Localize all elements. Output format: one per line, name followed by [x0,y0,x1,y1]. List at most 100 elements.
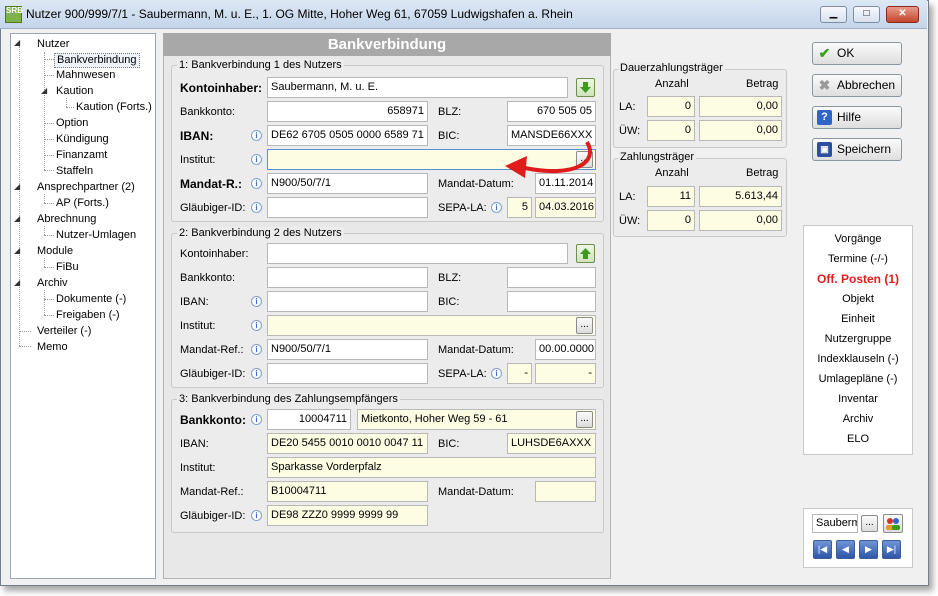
link-inventar[interactable]: Inventar [803,393,913,405]
bank2-bankkonto-field[interactable] [267,267,428,288]
tree-item-nutzer[interactable]: Nutzer [37,38,69,51]
move-up-icon[interactable] [576,244,595,263]
bank2-blz-field[interactable] [507,267,596,288]
info-icon[interactable]: i [251,154,262,165]
next-record-button[interactable]: ▶ [859,540,878,559]
minimize-button[interactable]: ▁ [820,6,847,23]
bank1-mandat-field[interactable]: N900/50/7/1 [267,173,428,194]
tree-item-mahnwesen[interactable]: Mahnwesen [56,69,115,82]
tree-item-bankverbindung[interactable]: Bankverbindung [54,53,140,68]
link-vorgaenge[interactable]: Vorgänge [803,233,913,245]
bank1-iban-field[interactable]: DE62 6705 0505 0000 6589 71 [267,125,428,146]
mandat-datum-label: Mandat-Datum: [438,486,514,498]
bank2-kontoinhaber-field[interactable] [267,243,568,264]
tree-item-staffeln[interactable]: Staffeln [56,165,93,178]
bank3-iban-field[interactable]: DE20 5455 0010 0010 0047 11 [267,433,428,454]
bank3-institut-field[interactable]: Sparkasse Vorderpfalz [267,457,596,478]
floppy-disk-icon: ▣ [817,142,832,157]
bank2-iban-field[interactable] [267,291,428,312]
info-icon[interactable]: i [251,296,262,307]
record-search-button[interactable]: ... [861,515,878,532]
tree-item-abrechnung[interactable]: Abrechnung [37,213,96,226]
bank3-mandat-field[interactable]: B10004711 [267,481,428,502]
bank3-mandat-datum-field[interactable] [535,481,596,502]
cancel-icon: ✖ [818,77,831,93]
maximize-button[interactable]: □ [853,6,880,23]
tree-item-dokumente[interactable]: Dokumente (-) [56,293,126,306]
bank2-sepa-date-field[interactable]: - [535,363,596,384]
expand-icon[interactable]: ◢ [14,246,20,255]
bank3-bic-field[interactable]: LUHSDE6AXXX [507,433,596,454]
bank3-konto-browse-button[interactable]: ... [576,411,593,428]
last-record-button[interactable]: ▶| [882,540,901,559]
expand-icon[interactable]: ◢ [14,214,20,223]
link-elo[interactable]: ELO [803,433,913,445]
bank1-sepa-date-field[interactable]: 04.03.2016 [535,197,596,218]
cancel-button[interactable]: ✖ Abbrechen [812,74,902,97]
tree-item-freigaben[interactable]: Freigaben (-) [56,309,120,322]
tree-item-option[interactable]: Option [56,117,88,130]
tree-item-finanzamt[interactable]: Finanzamt [56,149,107,162]
bank2-glaeubiger-field[interactable] [267,363,428,384]
help-button[interactable]: ? Hilfe [812,106,902,129]
info-icon[interactable]: i [491,368,502,379]
first-record-button[interactable]: |◀ [813,540,832,559]
tree-item-memo[interactable]: Memo [37,341,68,354]
bank1-kontoinhaber-field[interactable]: Saubermann, M. u. E. [267,77,568,98]
bank1-bankkonto-field[interactable]: 658971 [267,101,428,122]
bank3-bankkonto-field[interactable]: 10004711 [267,409,351,430]
link-nutzergruppe[interactable]: Nutzergruppe [803,333,913,345]
info-icon[interactable]: i [251,344,262,355]
save-button[interactable]: ▣ Speichern [812,138,902,161]
move-down-icon[interactable] [576,78,595,97]
link-umlageplaene[interactable]: Umlagepläne (-) [803,373,913,385]
bank2-mandat-field[interactable]: N900/50/7/1 [267,339,428,360]
link-objekt[interactable]: Objekt [803,293,913,305]
bank2-institut-field[interactable] [267,315,596,336]
info-icon[interactable]: i [491,202,502,213]
bank2-mandat-datum-field[interactable]: 00.00.0000 [535,339,596,360]
expand-icon[interactable]: ◢ [41,86,47,95]
info-icon[interactable]: i [251,130,262,141]
info-icon[interactable]: i [251,414,262,425]
ok-button[interactable]: ✔ OK [812,42,902,65]
info-icon[interactable]: i [251,510,262,521]
tree-item-verteiler[interactable]: Verteiler (-) [37,325,91,338]
tree-item-kuendigung[interactable]: Kündigung [56,133,109,146]
info-icon[interactable]: i [251,202,262,213]
close-button[interactable]: ✕ [886,6,919,23]
info-icon[interactable]: i [251,320,262,331]
link-indexklauseln[interactable]: Indexklauseln (-) [803,353,913,365]
tree-item-kaution[interactable]: Kaution [56,85,93,98]
bank1-glaeubiger-field[interactable] [267,197,428,218]
link-termine[interactable]: Termine (-/-) [803,253,913,265]
institut-label: Institut: [180,154,216,166]
people-icon[interactable] [883,514,903,533]
tree-item-module[interactable]: Module [37,245,73,258]
link-off-posten[interactable]: Off. Posten (1) [803,272,913,286]
link-einheit[interactable]: Einheit [803,313,913,325]
tree-item-kaution-forts[interactable]: Kaution (Forts.) [76,101,152,114]
tree-item-nutzer-umlagen[interactable]: Nutzer-Umlagen [56,229,136,242]
bank2-institut-browse-button[interactable]: ... [576,317,593,334]
bank2-sepa-count-field[interactable]: - [507,363,532,384]
bank1-group-title: 1: Bankverbindung 1 des Nutzers [177,59,344,71]
expand-icon[interactable]: ◢ [14,182,20,191]
bank1-blz-field[interactable]: 670 505 05 [507,101,596,122]
prev-record-button[interactable]: ◀ [836,540,855,559]
expand-icon[interactable]: ◢ [14,38,20,47]
record-search-field[interactable]: Sauberm [812,514,858,533]
bank2-bic-field[interactable] [507,291,596,312]
bank3-glaeubiger-field[interactable]: DE98 ZZZ0 9999 9999 99 [267,505,428,526]
bank1-sepa-count-field[interactable]: 5 [507,197,532,218]
tree-item-ap-forts[interactable]: AP (Forts.) [56,197,109,210]
tree-item-fibu[interactable]: FiBu [56,261,79,274]
link-archiv[interactable]: Archiv [803,413,913,425]
expand-icon[interactable]: ◢ [14,278,20,287]
info-icon[interactable]: i [251,178,262,189]
tree-item-archiv[interactable]: Archiv [37,277,68,290]
info-icon[interactable]: i [251,368,262,379]
tree-item-ansprechpartner[interactable]: Ansprechpartner (2) [37,181,135,194]
zahl-betrag-header: Betrag [746,167,779,179]
bank3-konto-desc-field[interactable]: Mietkonto, Hoher Weg 59 - 61 [357,409,596,430]
